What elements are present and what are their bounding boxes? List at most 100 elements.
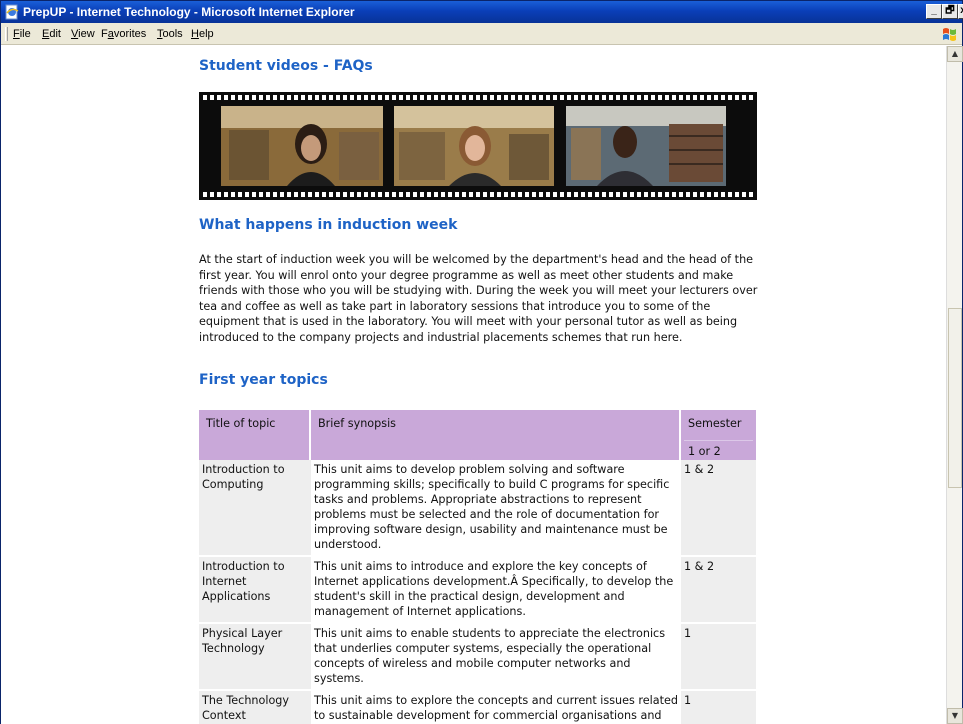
sprocket-hole: [700, 95, 704, 100]
sprocket-hole: [595, 95, 599, 100]
sprocket-hole: [252, 192, 256, 197]
video-thumbnail-3[interactable]: [566, 106, 726, 186]
sprocket-hole: [266, 95, 270, 100]
scroll-up-arrow-icon[interactable]: ▲: [947, 46, 963, 62]
sprocket-hole: [301, 95, 305, 100]
sprocket-hole: [203, 192, 207, 197]
sprocket-hole: [294, 192, 298, 197]
sprocket-hole: [672, 95, 676, 100]
sprocket-hole: [245, 192, 249, 197]
menu-tools[interactable]: Tools: [157, 28, 183, 40]
sprocket-hole: [259, 95, 263, 100]
minimize-button[interactable]: _: [926, 4, 942, 19]
sprocket-hole: [322, 192, 326, 197]
sprocket-hole: [490, 192, 494, 197]
sprocket-hole: [665, 192, 669, 197]
sprocket-hole: [651, 95, 655, 100]
scroll-down-arrow-icon[interactable]: ▼: [947, 708, 963, 724]
student-videos-filmstrip[interactable]: [199, 92, 757, 200]
topic-title: The Technology Context: [199, 691, 311, 724]
topic-semester: 1 & 2: [681, 460, 756, 557]
sprocket-hole: [546, 192, 550, 197]
sprocket-hole: [483, 95, 487, 100]
sprocket-hole: [315, 95, 319, 100]
sprocket-hole: [595, 192, 599, 197]
sprocket-hole: [651, 192, 655, 197]
sprocket-hole: [399, 192, 403, 197]
sprocket-hole: [644, 95, 648, 100]
sprocket-hole: [672, 192, 676, 197]
sprocket-hole: [735, 95, 739, 100]
sprocket-hole: [567, 95, 571, 100]
table-row: Introduction to Internet Applications Th…: [199, 557, 756, 624]
table-header-row: Title of topic Brief synopsis Semester 1…: [199, 410, 756, 460]
topics-heading: First year topics: [199, 372, 328, 388]
sprocket-hole: [707, 95, 711, 100]
sprocket-hole: [497, 95, 501, 100]
browser-window: PrepUP - Internet Technology - Microsoft…: [0, 0, 963, 724]
page-viewport[interactable]: Student videos - FAQs What happens in in…: [1, 46, 946, 724]
sprocket-hole: [329, 95, 333, 100]
sprocket-hole: [315, 192, 319, 197]
sprocket-hole: [518, 95, 522, 100]
sprocket-hole: [336, 95, 340, 100]
sprocket-hole: [616, 95, 620, 100]
sprocket-hole: [280, 192, 284, 197]
sprocket-hole: [525, 95, 529, 100]
sprocket-hole: [301, 192, 305, 197]
menu-view[interactable]: View: [71, 28, 95, 40]
sprocket-hole: [686, 192, 690, 197]
sprocket-hole: [504, 192, 508, 197]
close-button[interactable]: x: [958, 4, 963, 19]
sprocket-hole: [742, 192, 746, 197]
sprocket-hole: [448, 95, 452, 100]
sprocket-hole: [476, 95, 480, 100]
sprocket-hole: [392, 192, 396, 197]
sprocket-hole: [378, 192, 382, 197]
header-semester: Semester 1 or 2: [681, 410, 756, 460]
sprocket-hole: [434, 192, 438, 197]
sprocket-hole: [742, 95, 746, 100]
video-thumbnail-1[interactable]: [221, 106, 383, 186]
maximize-button[interactable]: 🗗: [942, 4, 958, 19]
menu-edit[interactable]: Edit: [42, 28, 61, 40]
menu-favorites[interactable]: Favorites: [101, 28, 146, 40]
sprocket-hole: [679, 192, 683, 197]
sprocket-hole: [378, 95, 382, 100]
header-title: Title of topic: [199, 410, 311, 460]
sprocket-hole: [749, 95, 753, 100]
sprocket-hole: [280, 95, 284, 100]
sprocket-hole: [728, 192, 732, 197]
sprocket-hole: [602, 192, 606, 197]
sprocket-hole: [420, 95, 424, 100]
sprocket-hole: [434, 95, 438, 100]
topic-title: Introduction to Internet Applications: [199, 557, 311, 624]
topics-table: Title of topic Brief synopsis Semester 1…: [199, 410, 756, 724]
sprocket-hole: [700, 192, 704, 197]
topic-semester: 1 & 2: [681, 557, 756, 624]
sprocket-hole: [406, 192, 410, 197]
sprocket-hole: [455, 192, 459, 197]
sprocket-hole: [511, 192, 515, 197]
sprocket-hole: [273, 192, 277, 197]
sprocket-hole: [567, 192, 571, 197]
sprocket-hole: [322, 95, 326, 100]
sprocket-hole: [658, 192, 662, 197]
sprocket-hole: [609, 95, 613, 100]
menu-help[interactable]: Help: [191, 28, 214, 40]
sprocket-hole: [259, 192, 263, 197]
toolbar-grip[interactable]: [5, 27, 8, 41]
sprocket-hole: [623, 95, 627, 100]
sprocket-hole: [385, 95, 389, 100]
sprocket-hole: [476, 192, 480, 197]
sprocket-hole: [511, 95, 515, 100]
vertical-scrollbar[interactable]: ▲ ▼: [946, 46, 963, 724]
menu-file[interactable]: File: [13, 28, 31, 40]
title-bar[interactable]: PrepUP - Internet Technology - Microsoft…: [1, 1, 963, 23]
video-thumbnail-2[interactable]: [394, 106, 554, 186]
scrollbar-thumb[interactable]: [948, 308, 962, 488]
sprocket-hole: [462, 95, 466, 100]
sprocket-hole: [217, 95, 221, 100]
windows-flag-icon: [940, 25, 960, 43]
sprocket-hole: [364, 95, 368, 100]
